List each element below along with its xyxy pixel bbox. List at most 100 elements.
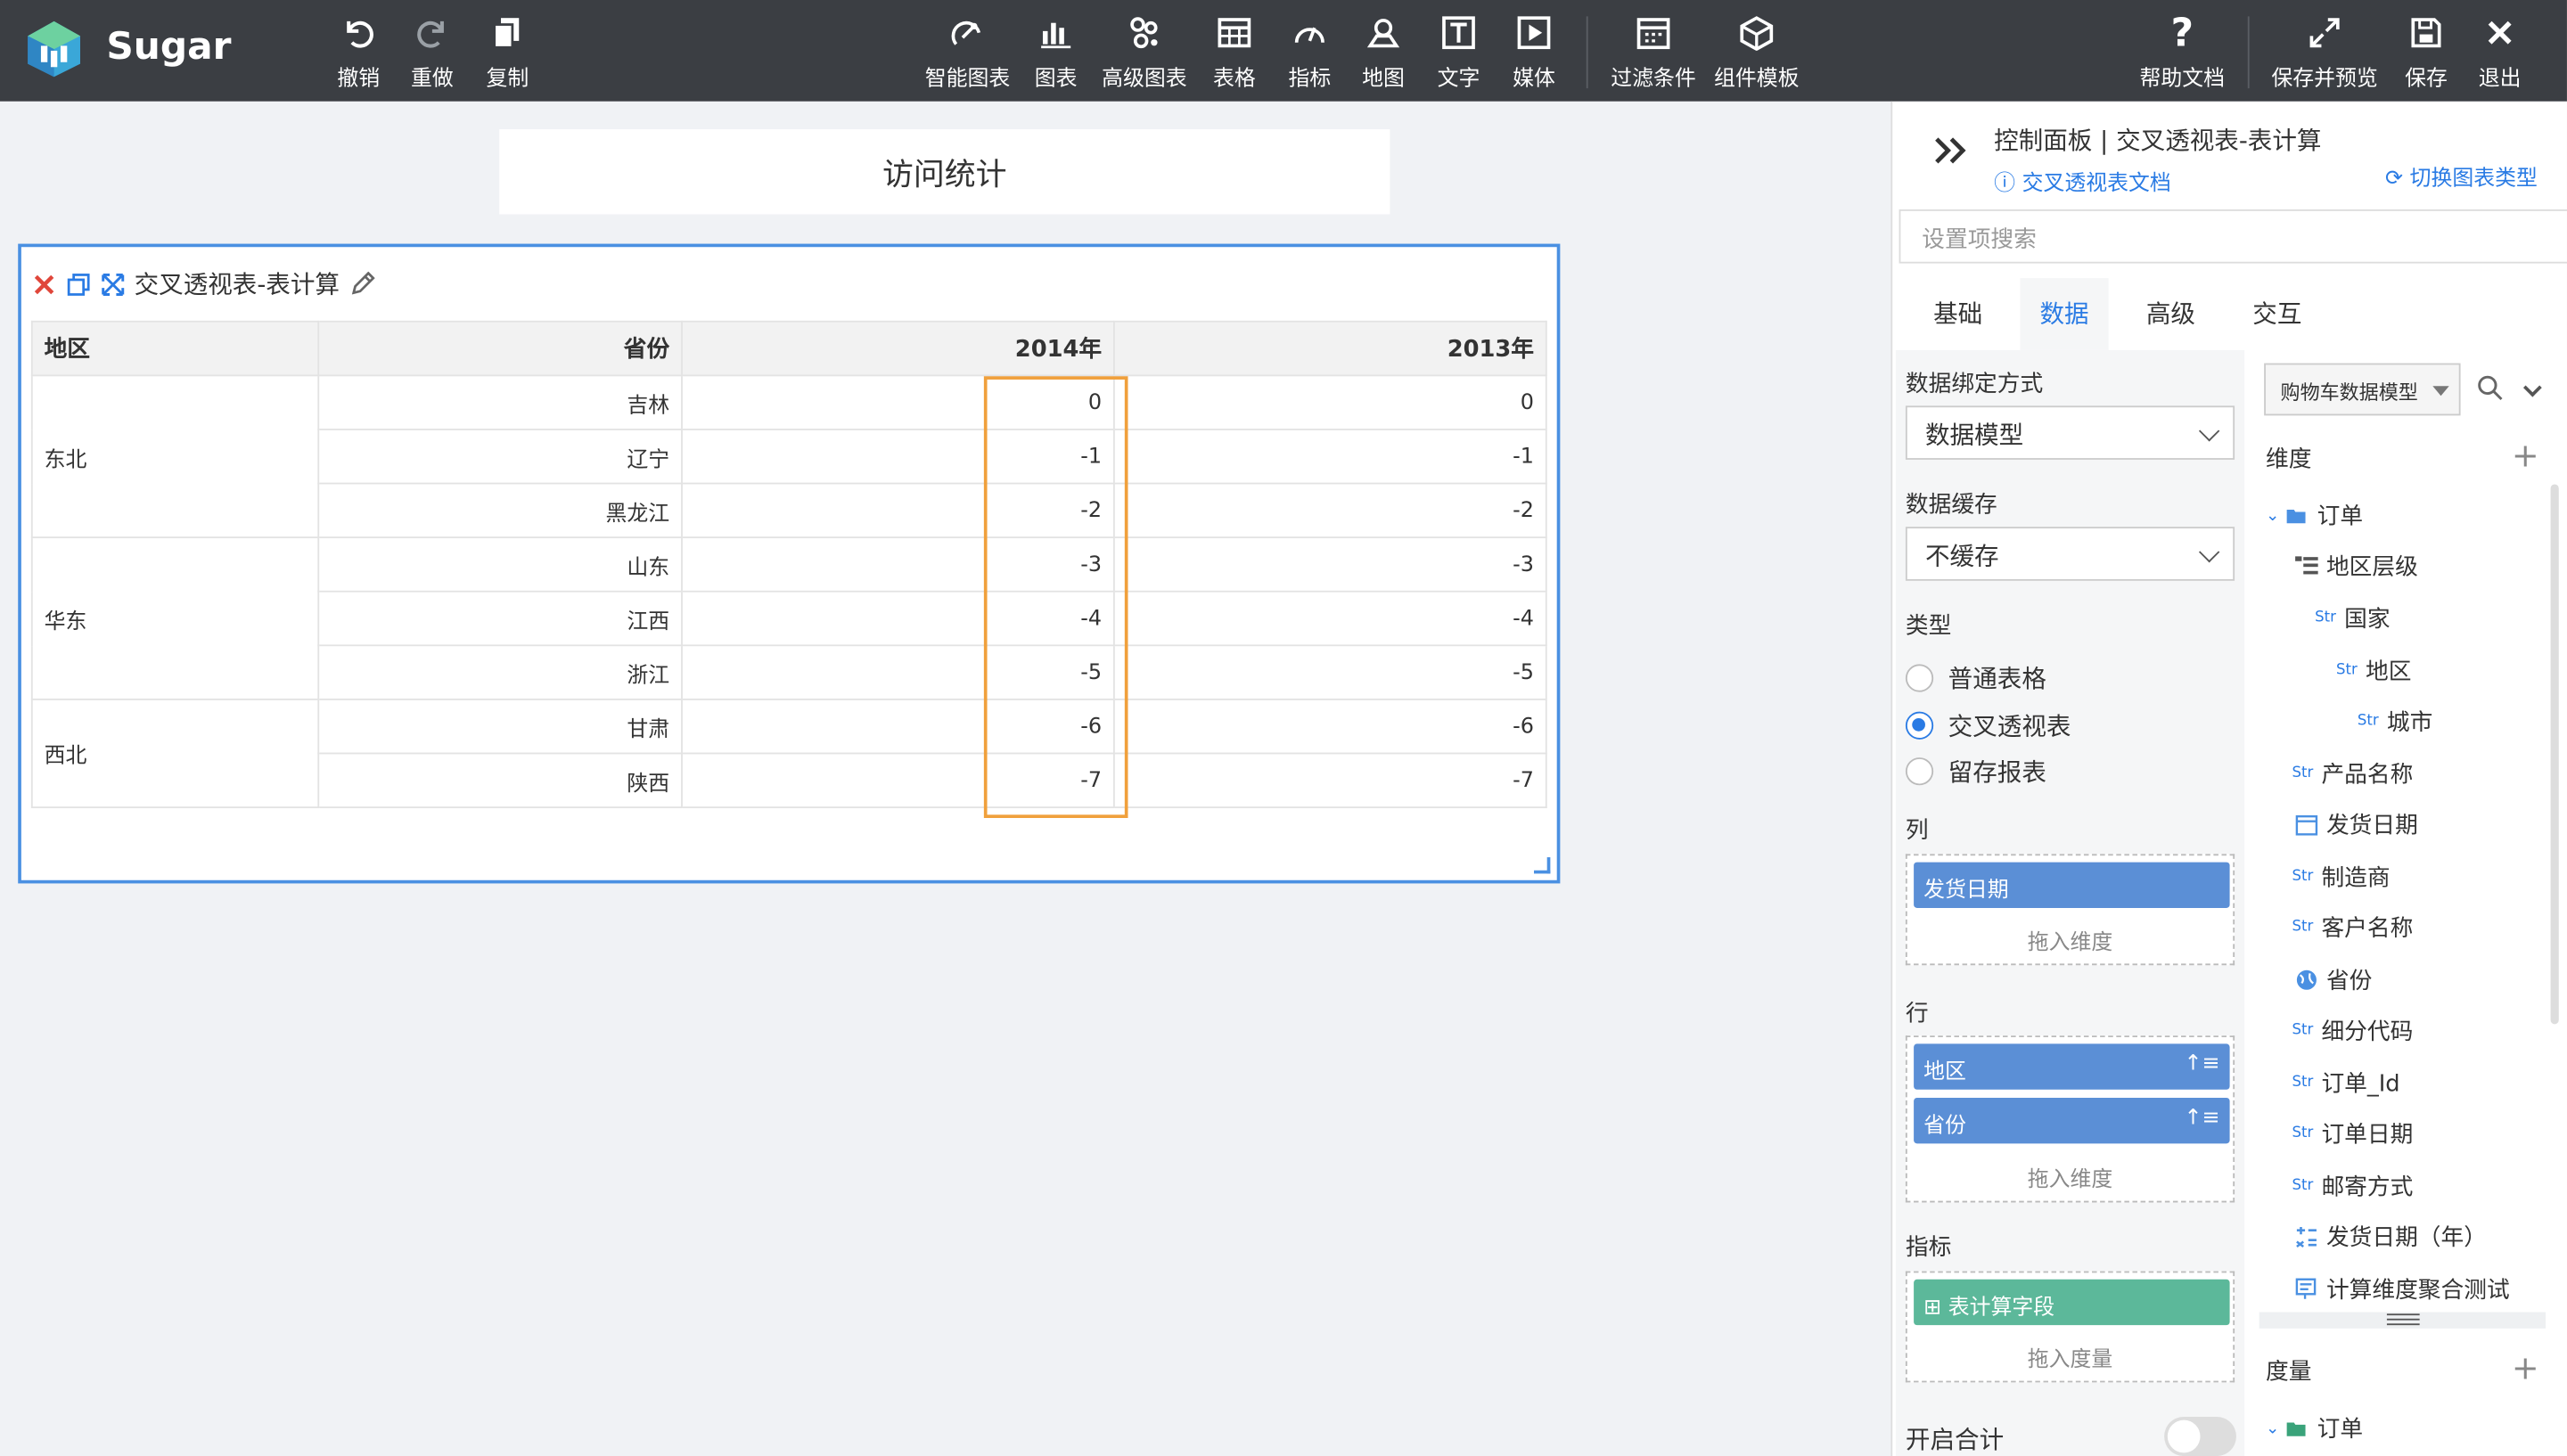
tree-item-ship-date[interactable]: 发货日期	[2295, 808, 2418, 841]
measure-folder-order[interactable]: ⌄ 订单	[2266, 1411, 2363, 1444]
editor-canvas: 访问统计 交叉透视表-表计算 地区 省份 2014年 2013年 东北 吉林 0…	[0, 101, 1891, 1456]
delete-icon[interactable]	[31, 271, 57, 297]
row-chip-region[interactable]: 地区 ↑≡	[1914, 1043, 2230, 1090]
calc-field-icon	[2295, 1225, 2318, 1248]
tree-item-order-id[interactable]: Str 订单_Id	[2289, 1067, 2399, 1100]
component-template-button[interactable]: 组件模板	[1708, 13, 1806, 92]
dimension-section-label: 维度	[2265, 446, 2312, 473]
type-label: 类型	[1905, 613, 1952, 640]
tree-item-label: 细分代码	[2321, 1018, 2414, 1046]
resize-handle-icon[interactable]	[1533, 857, 1551, 874]
binding-select[interactable]: 数据模型	[1905, 405, 2235, 460]
row-chip-province[interactable]: 省份 ↑≡	[1914, 1097, 2230, 1144]
row-drop-zone[interactable]: 地区 ↑≡ 省份 ↑≡ 拖入维度	[1905, 1035, 2235, 1203]
metric-chip-label: 表计算字段	[1948, 1296, 2055, 1321]
tree-item-label: 产品名称	[2321, 762, 2414, 789]
splitter-handle[interactable]	[2259, 1312, 2546, 1329]
add-measure-icon[interactable]: +	[2512, 1348, 2539, 1387]
value-2014-cell: -4	[681, 590, 1115, 647]
col-header-2014: 2014年	[681, 320, 1115, 377]
tree-item-manufacturer[interactable]: Str 制造商	[2289, 861, 2390, 894]
switch-chart-type-link[interactable]: ⟳ 切换图表类型	[2385, 160, 2538, 192]
radio-pivot-table[interactable]: 交叉透视表	[1905, 708, 2071, 743]
tree-item-calc-dim-test[interactable]: 计算维度聚合测试	[2295, 1272, 2510, 1305]
value-2014-cell: -6	[681, 698, 1115, 755]
pivot-table: 地区 省份 2014年 2013年 东北 吉林 0 0 辽宁 -1 -1 黑龙江…	[30, 320, 1547, 808]
copy-button[interactable]: 复制	[458, 13, 556, 92]
column-chip-ship-date[interactable]: 发货日期	[1914, 862, 2230, 908]
field-list-scrollbar[interactable]	[2550, 484, 2559, 1025]
hierarchy-icon	[2295, 554, 2318, 577]
column-drop-zone[interactable]: 发货日期 拖入维度	[1905, 854, 2235, 966]
advanced-chart-label: 高级图表	[1102, 67, 1187, 92]
tree-item-country[interactable]: Str 国家	[2311, 602, 2390, 635]
question-icon: ?	[2170, 10, 2194, 56]
duplicate-icon[interactable]	[65, 271, 91, 297]
string-type-icon: Str	[2357, 713, 2379, 730]
exit-button[interactable]: 退出	[2451, 13, 2549, 92]
value-2014-cell: 0	[681, 374, 1115, 430]
filter-icon	[1634, 13, 1673, 53]
row-chip-region-label: 地区	[1923, 1059, 1966, 1085]
radio-normal-table[interactable]: 普通表格	[1905, 661, 2046, 696]
tree-item-ship-year[interactable]: 发货日期（年）	[2295, 1221, 2487, 1254]
advanced-chart-button[interactable]: 高级图表	[1095, 13, 1193, 92]
filter-button[interactable]: 过滤条件	[1604, 13, 1702, 92]
undo-label: 撤销	[337, 67, 381, 92]
expand-icon	[2305, 13, 2344, 53]
tree-item-label: 客户名称	[2321, 916, 2414, 943]
media-button[interactable]: 媒体	[1485, 13, 1583, 92]
tab-data[interactable]: 数据	[2020, 278, 2109, 350]
chevron-down-icon[interactable]	[2522, 378, 2542, 397]
sort-icon[interactable]: ↑≡	[2185, 1106, 2220, 1131]
pivot-doc-link[interactable]: ⓘ 交叉透视表文档	[1994, 165, 2171, 197]
tree-item-region[interactable]: Str 地区	[2333, 654, 2411, 687]
table-row: 东北 吉林 0 0	[30, 374, 1547, 539]
cache-select[interactable]: 不缓存	[1905, 527, 2235, 581]
redo-icon	[413, 13, 452, 53]
tab-basic[interactable]: 基础	[1899, 278, 2017, 350]
tab-interaction[interactable]: 交互	[2228, 278, 2326, 350]
radio-pivot-table-label: 交叉透视表	[1948, 711, 2071, 741]
metric-chip-table-calc[interactable]: ⊞ 表计算字段	[1914, 1279, 2230, 1326]
toolbar-divider	[2247, 16, 2250, 89]
copy-label: 复制	[486, 67, 529, 92]
help-doc-button[interactable]: ? 帮助文档	[2133, 13, 2231, 92]
collapse-panel-icon[interactable]	[1931, 135, 1971, 174]
metric-drop-zone[interactable]: ⊞ 表计算字段 拖入度量	[1905, 1271, 2235, 1383]
edit-pencil-icon[interactable]	[349, 271, 375, 297]
help-doc-label: 帮助文档	[2139, 67, 2226, 92]
drop-measure-hint: 拖入度量	[2027, 1347, 2113, 1373]
add-dimension-icon[interactable]: +	[2512, 435, 2539, 474]
tree-item-product-name[interactable]: Str 产品名称	[2289, 757, 2414, 790]
pivot-table-widget[interactable]: 交叉透视表-表计算 地区 省份 2014年 2013年 东北 吉林 0 0 辽宁…	[18, 243, 1561, 884]
tree-item-order-date[interactable]: Str 订单日期	[2289, 1117, 2413, 1150]
smart-chart-button[interactable]: 智能图表	[918, 13, 1016, 92]
tree-item-label: 发货日期（年）	[2325, 1225, 2487, 1252]
copy-icon	[488, 13, 527, 53]
radio-retention-report[interactable]: 留存报表	[1905, 754, 2046, 789]
sort-icon[interactable]: ↑≡	[2185, 1052, 2220, 1077]
chart-button[interactable]: 图表	[1007, 13, 1105, 92]
tree-item-city[interactable]: Str 城市	[2354, 705, 2432, 738]
search-icon[interactable]	[2477, 374, 2503, 407]
data-model-select[interactable]: 购物车数据模型	[2264, 363, 2461, 416]
tree-item-ship-mode[interactable]: Str 邮寄方式	[2289, 1170, 2413, 1203]
tree-item-label: 地区	[2366, 658, 2412, 686]
settings-search-input[interactable]: 设置项搜索	[1899, 209, 2567, 264]
gauge-icon	[1290, 13, 1329, 53]
page-title[interactable]: 访问统计	[499, 129, 1390, 215]
save-preview-button[interactable]: 保存并预览	[2271, 13, 2378, 92]
fullscreen-icon[interactable]	[100, 271, 126, 297]
tree-item-region-hierarchy[interactable]: 地区层级	[2295, 550, 2418, 583]
total-toggle[interactable]	[2164, 1416, 2236, 1456]
switch-chart-type-label: 切换图表类型	[2409, 167, 2538, 192]
tab-advanced[interactable]: 高级	[2121, 278, 2219, 350]
tree-folder-order[interactable]: ⌄ 订单	[2266, 499, 2363, 532]
value-2014-cell: -2	[681, 482, 1115, 539]
tree-item-customer-name[interactable]: Str 客户名称	[2289, 912, 2414, 945]
help-circle-icon: ⓘ	[1994, 171, 2022, 197]
tree-item-province[interactable]: 省份	[2295, 963, 2372, 996]
calc-dimension-icon	[2295, 1278, 2318, 1301]
tree-item-segment-code[interactable]: Str 细分代码	[2289, 1014, 2414, 1047]
